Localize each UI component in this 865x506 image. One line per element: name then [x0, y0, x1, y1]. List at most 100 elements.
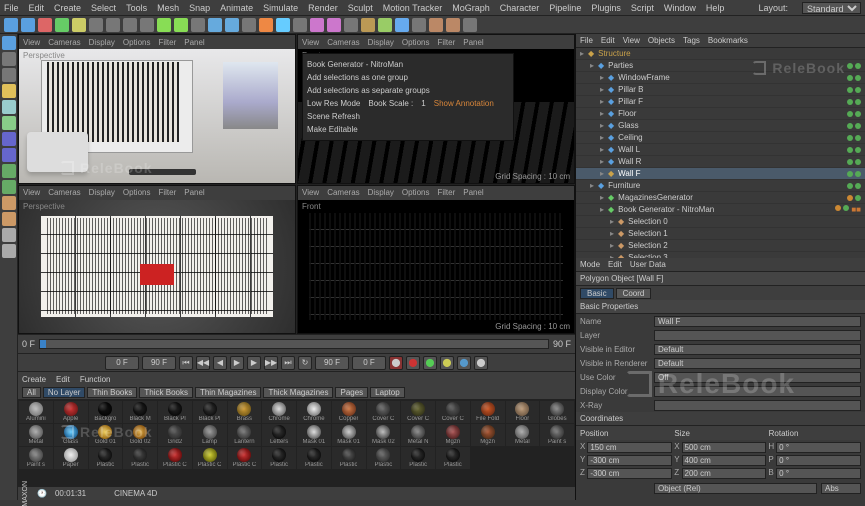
vmenu-options[interactable]: Options [402, 38, 430, 47]
goto-end-button[interactable]: ⏭ [281, 356, 295, 370]
visibility-dot[interactable] [847, 159, 853, 165]
menu-edit[interactable]: Edit [29, 3, 45, 13]
vmenu-display[interactable]: Display [89, 38, 115, 47]
material-item[interactable]: Brass [228, 401, 262, 423]
toolbar-icon-10[interactable] [174, 18, 188, 32]
expand-icon[interactable]: ▸ [600, 169, 604, 178]
vmenu-options[interactable]: Options [123, 38, 151, 47]
expand-icon[interactable]: ▸ [600, 145, 604, 154]
material-item[interactable]: Plastic [262, 447, 296, 469]
menu-simulate[interactable]: Simulate [263, 3, 298, 13]
category-thin-magazines[interactable]: Thin Magazines [195, 387, 261, 398]
attr-menu-edit[interactable]: Edit [608, 260, 622, 269]
overlay-scale-value[interactable]: 1 [421, 97, 425, 110]
overlay-line[interactable]: Add selections as one group [307, 71, 509, 84]
attr-value[interactable] [654, 330, 861, 341]
expand-icon[interactable]: ▸ [600, 97, 604, 106]
toolbar-icon-16[interactable] [276, 18, 290, 32]
toolbar-icon-20[interactable] [344, 18, 358, 32]
tree-item[interactable]: ▸◆Wall R [576, 156, 865, 168]
tool-12[interactable] [2, 228, 16, 242]
visibility-dot[interactable] [855, 147, 861, 153]
vmenu-display[interactable]: Display [89, 188, 115, 197]
toolbar-icon-24[interactable] [412, 18, 426, 32]
tool-11[interactable] [2, 212, 16, 226]
material-item[interactable]: Metal [19, 424, 53, 446]
vmenu-filter[interactable]: Filter [437, 188, 455, 197]
autokey-button[interactable]: ⬤ [406, 356, 420, 370]
visibility-dot[interactable] [855, 111, 861, 117]
material-item[interactable]: Letters [262, 424, 296, 446]
overlay-editable[interactable]: Make Editable [307, 123, 509, 136]
toolbar-icon-26[interactable] [446, 18, 460, 32]
toolbar-icon-12[interactable] [208, 18, 222, 32]
viewport-canvas[interactable]: Front Book Generator - NitroMan Add sele… [298, 49, 574, 183]
vmenu-filter[interactable]: Filter [158, 188, 176, 197]
obj-menu-bookmarks[interactable]: Bookmarks [708, 36, 748, 45]
attr-value[interactable]: Default [654, 358, 861, 369]
tree-item[interactable]: ▸◆WindowFrame [576, 72, 865, 84]
material-item[interactable]: Lantern [228, 424, 262, 446]
category-no-layer[interactable]: No Layer [43, 387, 85, 398]
tool-4[interactable] [2, 100, 16, 114]
material-item[interactable]: Plastic [436, 447, 470, 469]
toolbar-icon-2[interactable] [38, 18, 52, 32]
vmenu-display[interactable]: Display [368, 38, 394, 47]
visibility-dot[interactable] [847, 99, 853, 105]
material-item[interactable]: Mask 01 [332, 424, 366, 446]
expand-icon[interactable]: ▸ [590, 181, 594, 190]
material-item[interactable]: Mask 01 [297, 424, 331, 446]
menu-select[interactable]: Select [91, 3, 116, 13]
tree-item[interactable]: ▸◆Pillar B [576, 84, 865, 96]
vmenu-view[interactable]: View [23, 38, 40, 47]
material-item[interactable]: Paper [54, 447, 88, 469]
frame-field[interactable]: 0 F [352, 356, 386, 370]
menu-script[interactable]: Script [631, 3, 654, 13]
vmenu-cameras[interactable]: Cameras [48, 38, 80, 47]
material-item[interactable]: Chrome [262, 401, 296, 423]
material-item[interactable]: Black M [123, 401, 157, 423]
vmenu-options[interactable]: Options [402, 188, 430, 197]
overlay-refresh[interactable]: Scene Refresh [307, 110, 509, 123]
visibility-dot[interactable] [835, 205, 841, 211]
material-item[interactable]: Metal N [401, 424, 435, 446]
menu-character[interactable]: Character [500, 3, 540, 13]
coord-mode-a[interactable]: Object (Rel) [654, 483, 817, 494]
visibility-dot[interactable] [855, 87, 861, 93]
visibility-dot[interactable] [847, 195, 853, 201]
visibility-dot[interactable] [847, 111, 853, 117]
material-item[interactable]: Globes [540, 401, 574, 423]
tab-basic[interactable]: Basic [580, 288, 614, 299]
expand-icon[interactable]: ▸ [600, 157, 604, 166]
attr-value[interactable]: Off [654, 372, 861, 383]
toolbar-icon-1[interactable] [21, 18, 35, 32]
viewport-canvas[interactable]: Front Grid Spacing : 10 cm [298, 200, 574, 334]
material-item[interactable]: Cover C [401, 401, 435, 423]
tree-item[interactable]: ▸◆Wall L [576, 144, 865, 156]
tool-2[interactable] [2, 68, 16, 82]
btab-function[interactable]: Function [80, 375, 111, 384]
size-y[interactable]: 400 cm [682, 455, 767, 466]
toolbar-icon-7[interactable] [123, 18, 137, 32]
visibility-dot[interactable] [855, 135, 861, 141]
category-all[interactable]: All [22, 387, 41, 398]
material-item[interactable]: Plastic C [158, 447, 192, 469]
visibility-dot[interactable] [855, 159, 861, 165]
menu-plugins[interactable]: Plugins [591, 3, 621, 13]
attr-value[interactable] [654, 400, 861, 411]
expand-icon[interactable]: ▸ [590, 61, 594, 70]
generator-overlay[interactable]: Book Generator - NitroMan Add selections… [302, 53, 514, 141]
material-item[interactable]: Mgzn [471, 424, 505, 446]
visibility-dot[interactable] [847, 87, 853, 93]
material-item[interactable]: Apple [54, 401, 88, 423]
material-item[interactable]: Metal [506, 424, 540, 446]
key-pos-button[interactable]: ⬤ [423, 356, 437, 370]
viewport-canvas[interactable]: Perspective [19, 49, 295, 183]
toolbar-icon-18[interactable] [310, 18, 324, 32]
visibility-dot[interactable] [855, 195, 861, 201]
visibility-dot[interactable] [855, 63, 861, 69]
visibility-dot[interactable] [855, 75, 861, 81]
material-item[interactable]: Grid2 [158, 424, 192, 446]
menu-mograph[interactable]: MoGraph [452, 3, 490, 13]
menu-sculpt[interactable]: Sculpt [348, 3, 373, 13]
